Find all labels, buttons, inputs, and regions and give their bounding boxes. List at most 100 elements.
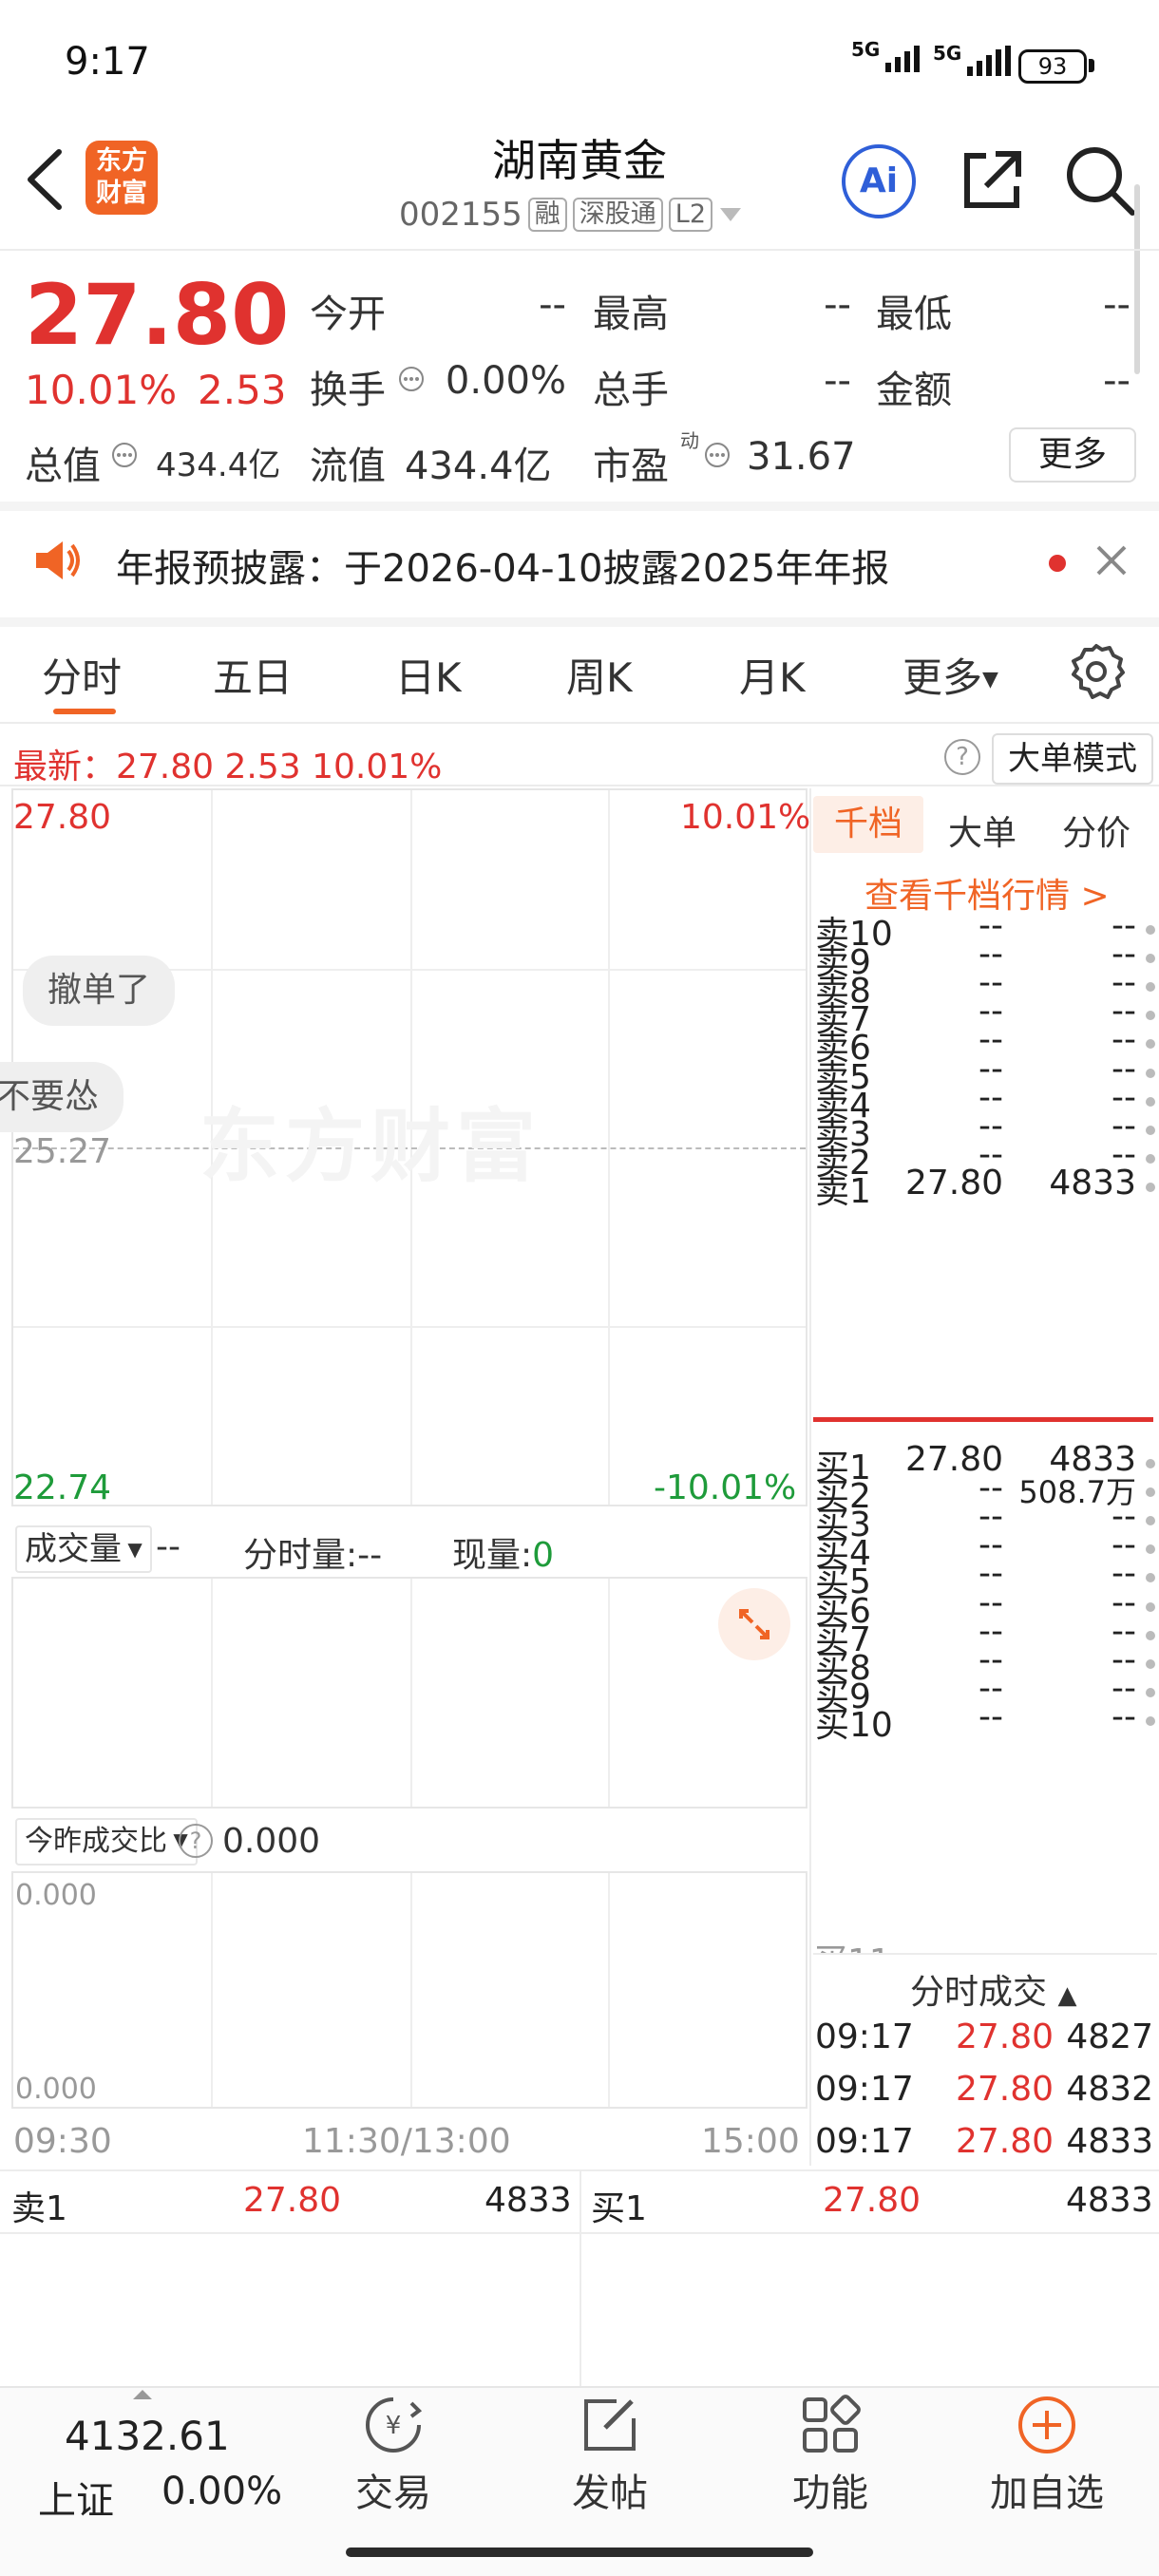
- nav-post[interactable]: 发帖: [524, 2394, 695, 2517]
- index-value[interactable]: 4132.61: [65, 2413, 230, 2459]
- ai-assistant-button[interactable]: Ai: [842, 144, 916, 218]
- tick-volume: 4832: [1066, 2070, 1153, 2109]
- order-volume: --: [1112, 1696, 1136, 1736]
- battery-tip: [1089, 59, 1094, 72]
- order-level-label: 卖1: [815, 1171, 871, 1211]
- tab-intraday[interactable]: 分时: [42, 646, 122, 704]
- order-dot: [1146, 1011, 1155, 1021]
- order-dot: [1146, 1039, 1155, 1050]
- notice-text[interactable]: 年报预披露：于2026-04-10披露2025年年报: [116, 538, 889, 593]
- expand-icon[interactable]: [718, 1588, 790, 1660]
- tab-more[interactable]: 更多▼: [902, 646, 998, 704]
- order-dot: [1146, 925, 1155, 935]
- comment-bubble[interactable]: 不要怂: [0, 1062, 124, 1132]
- tick-row: 09:17 27.80 4833: [813, 2122, 1157, 2171]
- dropdown-icon[interactable]: [718, 205, 743, 224]
- list-item: 买11: [813, 1934, 1157, 1953]
- tab-price-dist[interactable]: 分价: [1062, 805, 1130, 855]
- ratio-value: 0.000: [222, 1822, 321, 1861]
- chart-mid-price: 25.27: [13, 1132, 112, 1171]
- tick-row: 09:17 27.80 4832: [813, 2070, 1157, 2119]
- order-dot: [1146, 1658, 1155, 1669]
- order-level-label: 买10: [815, 1705, 893, 1745]
- order-dot: [1146, 1516, 1155, 1526]
- divider: [0, 722, 1159, 724]
- help-icon[interactable]: ?: [179, 1824, 213, 1858]
- bottom-sell-label: 卖1: [11, 2189, 67, 2228]
- time-end: 15:00: [701, 2122, 800, 2161]
- nav-functions[interactable]: 功能: [745, 2394, 916, 2517]
- tab-depth[interactable]: 千档: [813, 796, 923, 853]
- ratio-chart[interactable]: [11, 1871, 808, 2109]
- order-dot: [1146, 1182, 1155, 1192]
- trade-icon: ¥: [308, 2394, 479, 2456]
- comment-bubble[interactable]: 撤单了: [23, 956, 176, 1026]
- tab-five-day[interactable]: 五日: [213, 646, 293, 704]
- divider: [0, 785, 1159, 786]
- tag-connect: 深股通: [572, 198, 663, 232]
- chart-bottom-price: 22.74: [13, 1468, 112, 1507]
- add-circle-icon: [961, 2394, 1132, 2456]
- home-indicator[interactable]: [346, 2548, 813, 2557]
- bottom-buy-label: 买1: [591, 2189, 647, 2228]
- tick-volume: 4833: [1066, 2122, 1153, 2161]
- help-icon[interactable]: ?: [944, 739, 980, 775]
- scrollbar[interactable]: [1134, 184, 1140, 374]
- open-value: --: [539, 283, 566, 327]
- status-time: 9:17: [65, 40, 150, 84]
- tick-time: 09:17: [815, 2122, 914, 2161]
- float-label: 流值: [310, 445, 386, 488]
- mktcap-label: 总值: [25, 445, 101, 488]
- stock-code: 002155: [399, 196, 522, 234]
- order-row[interactable]: 买10 -- --: [813, 1697, 1157, 1747]
- signal-icon: 5G: [933, 44, 1012, 76]
- info-icon[interactable]: [703, 441, 732, 469]
- ticks-title[interactable]: 分时成交 ▲: [910, 1964, 1076, 2014]
- volume-selector[interactable]: 成交量 ▼: [15, 1525, 152, 1573]
- change-percent: 10.01%: [25, 367, 178, 413]
- amount-label: 金额: [876, 369, 952, 412]
- current-price: 27.80: [25, 266, 290, 364]
- big-order-mode-button[interactable]: 大单模式: [992, 733, 1153, 785]
- stock-title: 湖南黄金: [492, 135, 667, 186]
- tick-price: 27.80: [956, 2017, 1054, 2056]
- tab-monthly-k[interactable]: 月K: [739, 646, 806, 704]
- minute-volume: 分时量:--: [243, 1536, 383, 1575]
- order-row[interactable]: 卖1 27.80 4833: [813, 1164, 1157, 1213]
- bottom-buy-vol: 4833: [1066, 2181, 1153, 2220]
- app-logo: 东方财富: [86, 141, 158, 215]
- tab-weekly-k[interactable]: 周K: [566, 646, 633, 704]
- pe-sup: 动: [680, 429, 699, 452]
- high-value: --: [824, 283, 851, 327]
- spread-line: [813, 1417, 1153, 1422]
- tag-level2: L2: [668, 198, 713, 232]
- settings-icon[interactable]: [1068, 642, 1125, 703]
- order-volume: 4833: [1049, 1163, 1136, 1203]
- divider: [809, 788, 811, 2166]
- divider: [813, 1953, 1157, 1955]
- share-icon[interactable]: [958, 146, 1026, 218]
- time-start: 09:30: [13, 2122, 112, 2161]
- back-icon[interactable]: [21, 146, 68, 217]
- tab-daily-k[interactable]: 日K: [395, 646, 462, 704]
- search-icon[interactable]: [1062, 142, 1138, 222]
- bottom-buy-price: 27.80: [823, 2181, 922, 2220]
- speaker-icon: [34, 538, 84, 587]
- close-icon[interactable]: [1092, 541, 1130, 583]
- info-icon[interactable]: [110, 441, 139, 469]
- tag-margin: 融: [527, 198, 567, 232]
- float-value: 434.4亿: [405, 445, 552, 488]
- tab-big-orders[interactable]: 大单: [948, 805, 1016, 855]
- ratio-selector[interactable]: 今昨成交比 ▼: [15, 1818, 198, 1866]
- more-button[interactable]: 更多: [1009, 427, 1136, 483]
- nav-add-watchlist[interactable]: 加自选: [961, 2394, 1132, 2517]
- mktcap-value: 434.4亿: [156, 446, 281, 484]
- volume-chart[interactable]: [11, 1577, 808, 1809]
- order-dot: [1146, 1601, 1155, 1612]
- nav-trade[interactable]: ¥ 交易: [308, 2394, 479, 2517]
- unread-dot: [1049, 555, 1066, 572]
- change-amount: 2.53: [198, 367, 287, 413]
- volume-value: --: [156, 1527, 180, 1566]
- order-dot: [1146, 1544, 1155, 1555]
- stock-code-row: 002155 融 深股通 L2: [399, 196, 743, 234]
